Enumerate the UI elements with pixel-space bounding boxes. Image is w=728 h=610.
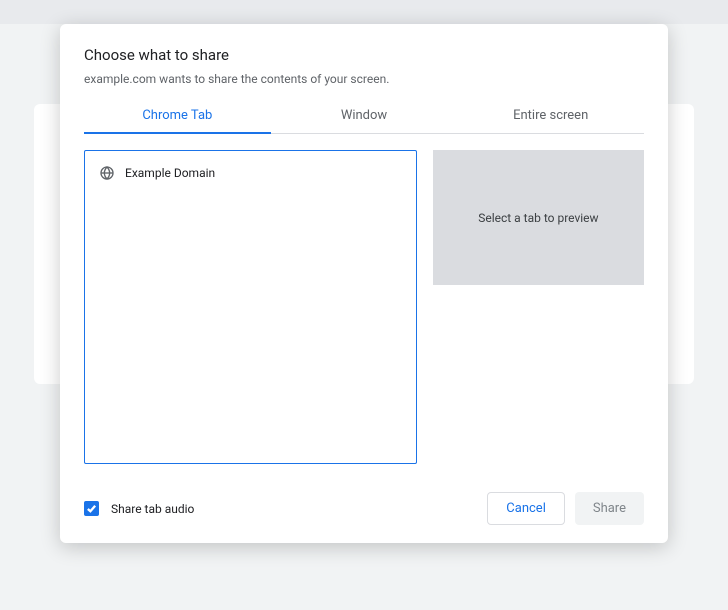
share-audio-label: Share tab audio (111, 502, 194, 516)
share-dialog: Choose what to share example.com wants t… (60, 24, 668, 543)
share-type-tabs: Chrome Tab Window Entire screen (84, 98, 644, 134)
content-row: Example Domain Select a tab to preview (84, 150, 644, 464)
preview-placeholder: Select a tab to preview (478, 211, 598, 225)
tab-list[interactable]: Example Domain (84, 150, 417, 464)
share-audio-checkbox[interactable] (84, 501, 99, 516)
tab-window[interactable]: Window (271, 98, 458, 133)
dialog-subtitle: example.com wants to share the contents … (84, 72, 644, 86)
browser-top-bar (0, 0, 728, 24)
dialog-buttons: Cancel Share (487, 492, 644, 525)
share-button[interactable]: Share (575, 492, 644, 525)
preview-box: Select a tab to preview (433, 150, 644, 285)
tab-chrome-tab[interactable]: Chrome Tab (84, 98, 271, 133)
share-audio-option[interactable]: Share tab audio (84, 501, 194, 516)
globe-icon (99, 165, 115, 181)
dialog-footer: Share tab audio Cancel Share (84, 492, 644, 525)
tab-label: Chrome Tab (142, 108, 212, 123)
tab-label: Entire screen (513, 108, 588, 123)
tab-entire-screen[interactable]: Entire screen (457, 98, 644, 133)
tab-list-item-label: Example Domain (125, 166, 215, 180)
tab-list-item[interactable]: Example Domain (91, 157, 410, 189)
tab-label: Window (341, 108, 387, 123)
cancel-button[interactable]: Cancel (487, 492, 565, 525)
dialog-title: Choose what to share (84, 46, 644, 64)
